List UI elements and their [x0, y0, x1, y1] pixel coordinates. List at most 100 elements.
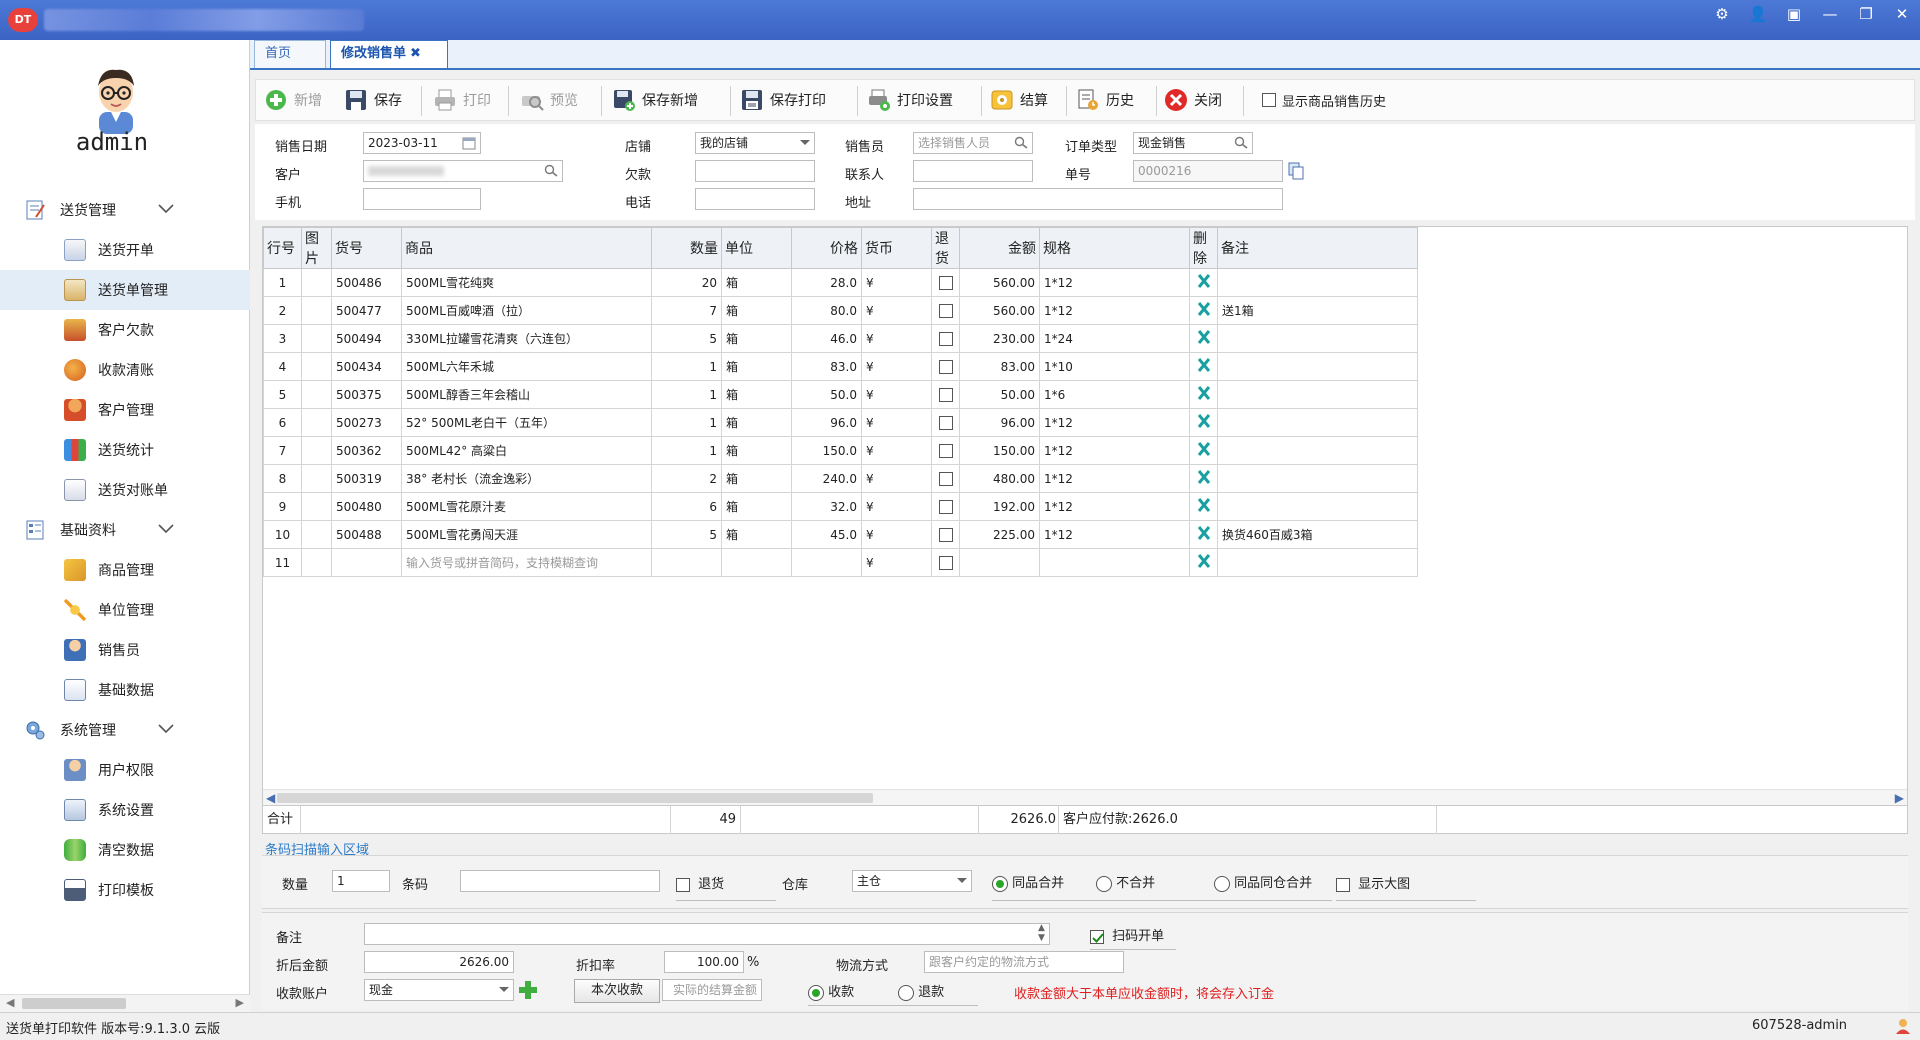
online-user-icon[interactable]	[1894, 1017, 1912, 1035]
currency-cell[interactable]: ¥	[861, 492, 932, 521]
amount-cell[interactable]: 225.00	[959, 520, 1040, 549]
product-cell[interactable]: 500ML雪花原汁麦	[401, 492, 652, 521]
scan-return-checkbox[interactable]: 退货	[676, 873, 724, 892]
price-cell[interactable]: 150.0	[791, 436, 862, 465]
image-cell[interactable]	[301, 548, 332, 577]
return-checkbox[interactable]	[938, 359, 953, 374]
code-cell[interactable]: 500362	[331, 436, 402, 465]
row-no-cell[interactable]: 11	[263, 548, 302, 577]
qty-cell[interactable]: 2	[651, 464, 722, 493]
row-no-cell[interactable]: 6	[263, 408, 302, 437]
price-cell[interactable]: 96.0	[791, 408, 862, 437]
currency-cell[interactable]: ¥	[861, 548, 932, 577]
unit-cell[interactable]: 箱	[721, 436, 792, 465]
code-cell[interactable]: 500486	[331, 268, 402, 297]
delete-cell[interactable]	[1189, 408, 1218, 437]
price-cell[interactable]: 32.0	[791, 492, 862, 521]
scroll-left-icon[interactable]: ◀	[6, 996, 14, 1009]
delete-row-icon[interactable]	[1197, 301, 1211, 317]
return-checkbox[interactable]	[938, 303, 953, 318]
table-row[interactable]: 10 500488 500ML雪花勇闯天涯 5 箱 45.0 ¥225.00 1*12 换货46…	[263, 520, 1418, 549]
close-button[interactable]: 关闭	[1164, 80, 1222, 120]
sidebar-item-print-template[interactable]: 打印模板	[0, 870, 250, 910]
spec-cell[interactable]: 1*12	[1039, 296, 1190, 325]
chevron-down-icon[interactable]	[158, 722, 174, 736]
table-row[interactable]: 3 500494 330ML拉罐雪花清爽（六连包） 5 箱 46.0 ¥230.00 1*24	[263, 324, 1418, 353]
menu-group-base-data[interactable]: 基础资料	[0, 510, 250, 550]
product-cell[interactable]: 38° 老村长（流金逸彩）	[401, 464, 652, 493]
delete-cell[interactable]	[1189, 464, 1218, 493]
qty-cell[interactable]: 5	[651, 324, 722, 353]
qty-cell[interactable]: 1	[651, 436, 722, 465]
sidebar-item-salesperson[interactable]: 销售员	[0, 630, 250, 670]
tel-input[interactable]	[695, 188, 815, 210]
qty-cell[interactable]: 20	[651, 268, 722, 297]
sidebar-item-system-settings[interactable]: 系统设置	[0, 790, 250, 830]
sidebar-item-delivery-statement[interactable]: 送货对账单	[0, 470, 250, 510]
new-button[interactable]: 新增	[264, 80, 322, 120]
amount-cell[interactable]	[959, 548, 1040, 577]
sidebar-item-delivery-stats[interactable]: 送货统计	[0, 430, 250, 470]
return-checkbox[interactable]	[938, 415, 953, 430]
image-cell[interactable]	[301, 380, 332, 409]
discount-rate-input[interactable]: 100.00	[664, 951, 744, 973]
scan-qty-input[interactable]: 1	[332, 870, 390, 892]
return-cell[interactable]	[931, 352, 960, 381]
scan-order-checkbox[interactable]: 扫码开单	[1090, 925, 1164, 944]
spec-cell[interactable]: 1*6	[1039, 380, 1190, 409]
note-cell[interactable]	[1217, 548, 1418, 577]
return-checkbox[interactable]	[938, 499, 953, 514]
spec-cell[interactable]: 1*10	[1039, 352, 1190, 381]
col-header-price[interactable]: 价格	[791, 227, 862, 269]
product-cell[interactable]: 330ML拉罐雪花清爽（六连包）	[401, 324, 652, 353]
qty-cell[interactable]	[651, 548, 722, 577]
price-cell[interactable]: 240.0	[791, 464, 862, 493]
price-cell[interactable]: 46.0	[791, 324, 862, 353]
col-header-qty[interactable]: 数量	[651, 227, 722, 269]
show-sales-history-checkbox[interactable]: 显示商品销售历史	[1262, 80, 1386, 120]
code-cell[interactable]: 500375	[331, 380, 402, 409]
currency-cell[interactable]: ¥	[861, 464, 932, 493]
row-no-cell[interactable]: 5	[263, 380, 302, 409]
col-header-row-no[interactable]: 行号	[263, 227, 302, 269]
radio-dot[interactable]	[808, 984, 824, 1001]
return-cell[interactable]	[931, 520, 960, 549]
product-cell[interactable]: 500ML雪花纯爽	[401, 268, 652, 297]
return-cell[interactable]	[931, 380, 960, 409]
delete-row-icon[interactable]	[1197, 413, 1211, 429]
return-cell[interactable]	[931, 408, 960, 437]
table-row[interactable]: 6 500273 52° 500ML老白干（五年） 1 箱 96.0 ¥96.00 1*12	[263, 408, 1418, 437]
note-cell[interactable]	[1217, 408, 1418, 437]
return-cell[interactable]	[931, 492, 960, 521]
sidebar-item-delivery-manage[interactable]: 送货单管理	[0, 270, 250, 310]
delete-row-icon[interactable]	[1197, 553, 1211, 569]
row-no-cell[interactable]: 3	[263, 324, 302, 353]
note-cell[interactable]: 送1箱	[1217, 296, 1418, 325]
delete-cell[interactable]	[1189, 548, 1218, 577]
product-cell[interactable]: 输入货号或拼音简码，支持模糊查询	[401, 548, 652, 577]
unit-cell[interactable]: 箱	[721, 408, 792, 437]
radio-dot[interactable]	[992, 875, 1008, 892]
image-cell[interactable]	[301, 492, 332, 521]
row-no-cell[interactable]: 8	[263, 464, 302, 493]
col-header-delete[interactable]: 删除	[1189, 227, 1218, 269]
code-cell[interactable]: 500488	[331, 520, 402, 549]
spec-cell[interactable]	[1039, 548, 1190, 577]
qty-cell[interactable]: 5	[651, 520, 722, 549]
menu-group-system[interactable]: 系统管理	[0, 710, 250, 750]
col-header-product[interactable]: 商品	[401, 227, 652, 269]
table-row[interactable]: 9 500480 500ML雪花原汁麦 6 箱 32.0 ¥192.00 1*12	[263, 492, 1418, 521]
row-no-cell[interactable]: 2	[263, 296, 302, 325]
table-row[interactable]: 5 500375 500ML醇香三年会稽山 1 箱 50.0 ¥50.00 1*6	[263, 380, 1418, 409]
table-row[interactable]: 4 500434 500ML六年禾城 1 箱 83.0 ¥83.00 1*10	[263, 352, 1418, 381]
image-cell[interactable]	[301, 520, 332, 549]
amount-cell[interactable]: 96.00	[959, 408, 1040, 437]
maximize-button[interactable]: ❐	[1848, 0, 1884, 28]
unit-cell[interactable]: 箱	[721, 268, 792, 297]
image-cell[interactable]	[301, 324, 332, 353]
sidebar-item-customer-debt[interactable]: 客户欠款	[0, 310, 250, 350]
delete-row-icon[interactable]	[1197, 441, 1211, 457]
note-spinner-icon[interactable]: ▲ ▼	[1038, 923, 1045, 943]
unit-cell[interactable]: 箱	[721, 324, 792, 353]
delete-row-icon[interactable]	[1197, 357, 1211, 373]
